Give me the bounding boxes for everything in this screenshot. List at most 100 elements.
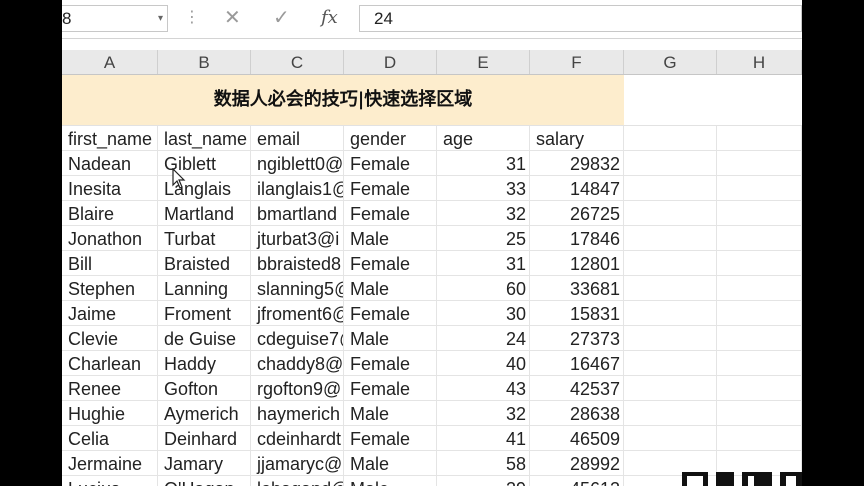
cell-email[interactable]: ilanglais1@ (251, 176, 344, 200)
column-header-h[interactable]: H (717, 50, 802, 74)
cell-first-name[interactable]: Bill (62, 251, 158, 275)
cell-gender[interactable]: Female (344, 176, 437, 200)
cell-last-name[interactable]: Deinhard (158, 426, 251, 450)
cell-salary[interactable]: 27373 (530, 326, 624, 350)
cell-email[interactable]: cdeinhardt (251, 426, 344, 450)
cell-email[interactable]: chaddy8@ (251, 351, 344, 375)
empty-cell[interactable] (717, 401, 802, 425)
cell-last-name[interactable]: O'Hagan (158, 476, 251, 486)
column-header-g[interactable]: G (624, 50, 717, 74)
empty-cell[interactable] (624, 126, 717, 150)
cell-email[interactable]: cdeguise7@ (251, 326, 344, 350)
empty-cell[interactable] (717, 376, 802, 400)
cell-salary[interactable]: 28638 (530, 401, 624, 425)
empty-cell[interactable] (717, 326, 802, 350)
column-header-c[interactable]: C (251, 50, 344, 74)
cell-first-name[interactable]: Jonathon (62, 226, 158, 250)
insert-function-icon[interactable]: fx (321, 6, 338, 30)
cell-salary[interactable]: 17846 (530, 226, 624, 250)
cell-age[interactable]: 40 (437, 351, 530, 375)
column-header-d[interactable]: D (344, 50, 437, 74)
cell-last-name[interactable]: Aymerich (158, 401, 251, 425)
header-cell-salary[interactable]: salary (530, 126, 624, 150)
cell-gender[interactable]: Female (344, 376, 437, 400)
cell-salary[interactable]: 42537 (530, 376, 624, 400)
header-cell-first-name[interactable]: first_name (62, 126, 158, 150)
empty-cell[interactable] (624, 176, 717, 200)
cell-age[interactable]: 32 (437, 401, 530, 425)
empty-cell[interactable] (717, 251, 802, 275)
cell-email[interactable]: haymerich (251, 401, 344, 425)
cell-email[interactable]: lohagand@ (251, 476, 344, 486)
cell-salary[interactable]: 14847 (530, 176, 624, 200)
empty-cell[interactable] (717, 426, 802, 450)
cell-salary[interactable]: 28992 (530, 451, 624, 475)
cell-gender[interactable]: Female (344, 151, 437, 175)
cell-gender[interactable]: Male (344, 451, 437, 475)
cell-first-name[interactable]: Lucius (62, 476, 158, 486)
cell-last-name[interactable]: Martland (158, 201, 251, 225)
cell-salary[interactable]: 16467 (530, 351, 624, 375)
cell-age[interactable]: 33 (437, 176, 530, 200)
column-header-f[interactable]: F (530, 50, 624, 74)
column-header-e[interactable]: E (437, 50, 530, 74)
cell-last-name[interactable]: de Guise (158, 326, 251, 350)
empty-cell[interactable] (717, 201, 802, 225)
cell-age[interactable]: 24 (437, 326, 530, 350)
cell-age[interactable]: 60 (437, 276, 530, 300)
cell-salary[interactable]: 12801 (530, 251, 624, 275)
empty-cell[interactable] (717, 226, 802, 250)
cell-last-name[interactable]: Jamary (158, 451, 251, 475)
cell-gender[interactable]: Female (344, 201, 437, 225)
title-row-empty-cells[interactable] (624, 75, 802, 126)
cell-first-name[interactable]: Blaire (62, 201, 158, 225)
title-row[interactable]: 数据人必会的技巧|快速选择区域 (62, 75, 624, 126)
cell-age[interactable]: 30 (437, 301, 530, 325)
cell-age[interactable]: 31 (437, 251, 530, 275)
cell-email[interactable]: rgofton9@ (251, 376, 344, 400)
cell-first-name[interactable]: Jaime (62, 301, 158, 325)
cell-last-name[interactable]: Turbat (158, 226, 251, 250)
cell-email[interactable]: ngiblett0@ (251, 151, 344, 175)
cell-age[interactable]: 58 (437, 451, 530, 475)
cell-gender[interactable]: Male (344, 476, 437, 486)
cell-age[interactable]: 43 (437, 376, 530, 400)
cell-salary[interactable]: 26725 (530, 201, 624, 225)
cell-gender[interactable]: Female (344, 301, 437, 325)
cell-gender[interactable]: Female (344, 351, 437, 375)
empty-cell[interactable] (624, 326, 717, 350)
chevron-down-icon[interactable]: ▾ (158, 6, 163, 31)
empty-cell[interactable] (624, 301, 717, 325)
cell-age[interactable]: 25 (437, 226, 530, 250)
header-cell-last-name[interactable]: last_name (158, 126, 251, 150)
cell-gender[interactable]: Male (344, 401, 437, 425)
cell-gender[interactable]: Male (344, 226, 437, 250)
empty-cell[interactable] (624, 201, 717, 225)
empty-cell[interactable] (624, 351, 717, 375)
cell-gender[interactable]: Female (344, 426, 437, 450)
cell-email[interactable]: jfroment6@ (251, 301, 344, 325)
cell-first-name[interactable]: Inesita (62, 176, 158, 200)
cell-last-name[interactable]: Froment (158, 301, 251, 325)
empty-cell[interactable] (717, 351, 802, 375)
cell-last-name[interactable]: Lanning (158, 276, 251, 300)
header-cell-age[interactable]: age (437, 126, 530, 150)
empty-cell[interactable] (624, 151, 717, 175)
empty-cell[interactable] (717, 301, 802, 325)
cell-last-name[interactable]: Gofton (158, 376, 251, 400)
cell-first-name[interactable]: Nadean (62, 151, 158, 175)
cell-salary[interactable]: 33681 (530, 276, 624, 300)
enter-icon[interactable]: ✓ (273, 6, 290, 30)
cell-last-name[interactable]: Haddy (158, 351, 251, 375)
cell-gender[interactable]: Female (344, 251, 437, 275)
cell-age[interactable]: 31 (437, 151, 530, 175)
column-header-a[interactable]: A (62, 50, 158, 74)
name-box[interactable]: 8 ▾ (62, 5, 168, 32)
cell-email[interactable]: bbraisted8 (251, 251, 344, 275)
empty-cell[interactable] (717, 151, 802, 175)
cell-first-name[interactable]: Hughie (62, 401, 158, 425)
cell-salary[interactable]: 29832 (530, 151, 624, 175)
column-header-b[interactable]: B (158, 50, 251, 74)
empty-cell[interactable] (624, 226, 717, 250)
empty-cell[interactable] (624, 401, 717, 425)
